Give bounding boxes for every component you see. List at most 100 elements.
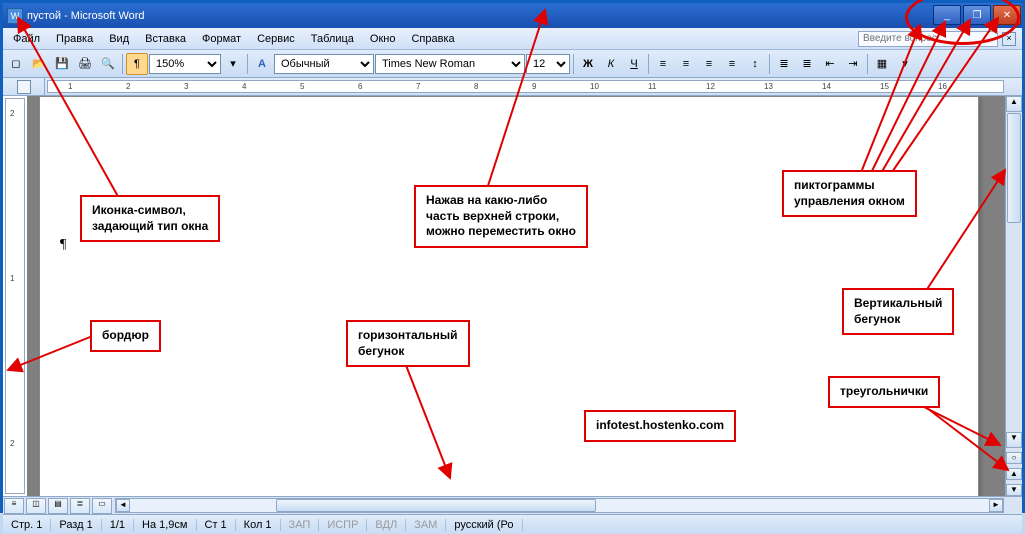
menu-edit[interactable]: Правка	[48, 31, 101, 47]
status-col: Кол 1	[236, 519, 281, 531]
align-justify-button[interactable]: ≡	[721, 53, 743, 75]
callout-win-pictograms: пиктограммы управления окном	[782, 170, 917, 217]
menu-bar: Файл Правка Вид Вставка Формат Сервис Та…	[3, 28, 1022, 50]
ruler-tick: 5	[300, 82, 304, 91]
ruler-tick: 10	[590, 82, 599, 91]
menu-help[interactable]: Справка	[403, 31, 462, 47]
horizontal-scrollbar[interactable]: ◄ ►	[115, 498, 1004, 513]
menu-view[interactable]: Вид	[101, 31, 137, 47]
status-trk[interactable]: ИСПР	[319, 519, 367, 531]
ruler-tick: 3	[184, 82, 188, 91]
scroll-right-button[interactable]: ►	[989, 499, 1003, 512]
view-reading-button[interactable]: ▭	[92, 498, 112, 514]
status-ext[interactable]: ВДЛ	[367, 519, 406, 531]
toolbar: ◻ 📂 💾 🖨 🔍 ¶ 150% ▾ A Обычный Times New R…	[3, 50, 1022, 78]
tab-selector[interactable]	[17, 80, 31, 94]
ruler-tick: 2	[126, 82, 130, 91]
scroll-up-button[interactable]: ▲	[1006, 96, 1022, 112]
bold-button[interactable]: Ж	[577, 53, 599, 75]
view-print-button[interactable]: ▤	[48, 498, 68, 514]
status-at: На 1,9см	[134, 519, 196, 531]
vertical-scroll-thumb[interactable]	[1007, 113, 1021, 223]
view-normal-button[interactable]: ≡	[4, 498, 24, 514]
callout-v-thumb: Вертикальный бегунок	[842, 288, 954, 335]
scroll-down-button[interactable]: ▼	[1006, 432, 1022, 448]
view-outline-button[interactable]: ≣	[70, 498, 90, 514]
menu-insert[interactable]: Вставка	[137, 31, 194, 47]
increase-indent-button[interactable]: ⇥	[842, 53, 864, 75]
ruler-tick: 7	[416, 82, 420, 91]
status-pages: 1/1	[102, 519, 134, 531]
menu-window[interactable]: Окно	[362, 31, 404, 47]
numbered-list-button[interactable]: ≣	[773, 53, 795, 75]
document-close-button[interactable]: ×	[1002, 32, 1016, 46]
status-bar: Стр. 1 Разд 1 1/1 На 1,9см Ст 1 Кол 1 ЗА…	[3, 514, 1022, 534]
window-controls: _ ❐ ✕	[932, 3, 1022, 28]
callout-h-thumb: горизонтальный бегунок	[346, 320, 470, 367]
previous-page-button[interactable]: ▲	[1006, 468, 1022, 480]
menu-file[interactable]: Файл	[5, 31, 48, 47]
vruler-tick: 2	[10, 439, 14, 448]
vruler-tick: 1	[10, 274, 14, 283]
align-right-button[interactable]: ≡	[698, 53, 720, 75]
status-lang[interactable]: русский (Ро	[446, 519, 522, 531]
help-search-input[interactable]	[858, 31, 998, 47]
page[interactable]: ¶	[39, 96, 979, 496]
ruler-tick: 4	[242, 82, 246, 91]
ruler-tick: 6	[358, 82, 362, 91]
status-page: Стр. 1	[3, 519, 51, 531]
ruler-tick: 8	[474, 82, 478, 91]
callout-titlebar: Нажав на какю-либо часть верхней строки,…	[414, 185, 588, 248]
italic-button[interactable]: К	[600, 53, 622, 75]
vertical-ruler[interactable]: 212	[5, 98, 25, 494]
paragraph-mark: ¶	[60, 237, 66, 253]
status-line: Ст 1	[197, 519, 236, 531]
scroll-left-button[interactable]: ◄	[116, 499, 130, 512]
zoom-select[interactable]: 150%	[149, 54, 221, 74]
window-title: пустой - Microsoft Word	[27, 10, 932, 22]
ruler-tick: 13	[764, 82, 773, 91]
minimize-button[interactable]: _	[933, 5, 961, 25]
toolbar-more-2[interactable]: ▾	[894, 53, 916, 75]
show-pilcrow-button[interactable]: ¶	[126, 53, 148, 75]
vertical-scrollbar[interactable]: ▲ ▼ ○ ▲ ▼	[1005, 96, 1022, 496]
menu-service[interactable]: Сервис	[249, 31, 303, 47]
underline-button[interactable]: Ч	[623, 53, 645, 75]
open-button[interactable]: 📂	[28, 53, 50, 75]
ruler-tick: 14	[822, 82, 831, 91]
horizontal-ruler[interactable]: 12345678910111213141516	[47, 80, 1004, 93]
decrease-indent-button[interactable]: ⇤	[819, 53, 841, 75]
style-select[interactable]: Обычный	[274, 54, 374, 74]
close-button[interactable]: ✕	[993, 5, 1021, 25]
toolbar-more-1[interactable]: ▾	[222, 53, 244, 75]
browse-object-button[interactable]: ○	[1006, 452, 1022, 464]
status-rec[interactable]: ЗАП	[281, 519, 320, 531]
font-select[interactable]: Times New Roman	[375, 54, 525, 74]
borders-button[interactable]: ▦	[871, 53, 893, 75]
menu-table[interactable]: Таблица	[303, 31, 362, 47]
bullet-list-button[interactable]: ≣	[796, 53, 818, 75]
ruler-tick: 12	[706, 82, 715, 91]
callout-icon: Иконка-символ, задающий тип окна	[80, 195, 220, 242]
line-spacing-button[interactable]: ↕	[744, 53, 766, 75]
align-center-button[interactable]: ≡	[675, 53, 697, 75]
print-button[interactable]: 🖨	[74, 53, 96, 75]
preview-button[interactable]: 🔍	[97, 53, 119, 75]
callout-watermark: infotest.hostenko.com	[584, 410, 736, 442]
maximize-button[interactable]: ❐	[963, 5, 991, 25]
style-label-icon[interactable]: A	[251, 53, 273, 75]
font-size-select[interactable]: 12	[526, 54, 570, 74]
status-ovr[interactable]: ЗАМ	[406, 519, 446, 531]
callout-border: бордюр	[90, 320, 161, 352]
new-doc-button[interactable]: ◻	[5, 53, 27, 75]
ruler-tick: 9	[532, 82, 536, 91]
next-page-button[interactable]: ▼	[1006, 484, 1022, 496]
view-web-button[interactable]: ◫	[26, 498, 46, 514]
app-icon[interactable]: W	[7, 8, 23, 24]
save-button[interactable]: 💾	[51, 53, 73, 75]
menu-format[interactable]: Формат	[194, 31, 249, 47]
title-bar[interactable]: W пустой - Microsoft Word _ ❐ ✕	[3, 3, 1022, 28]
callout-triangles: треугольнички	[828, 376, 940, 408]
align-left-button[interactable]: ≡	[652, 53, 674, 75]
horizontal-scroll-thumb[interactable]	[276, 499, 596, 512]
